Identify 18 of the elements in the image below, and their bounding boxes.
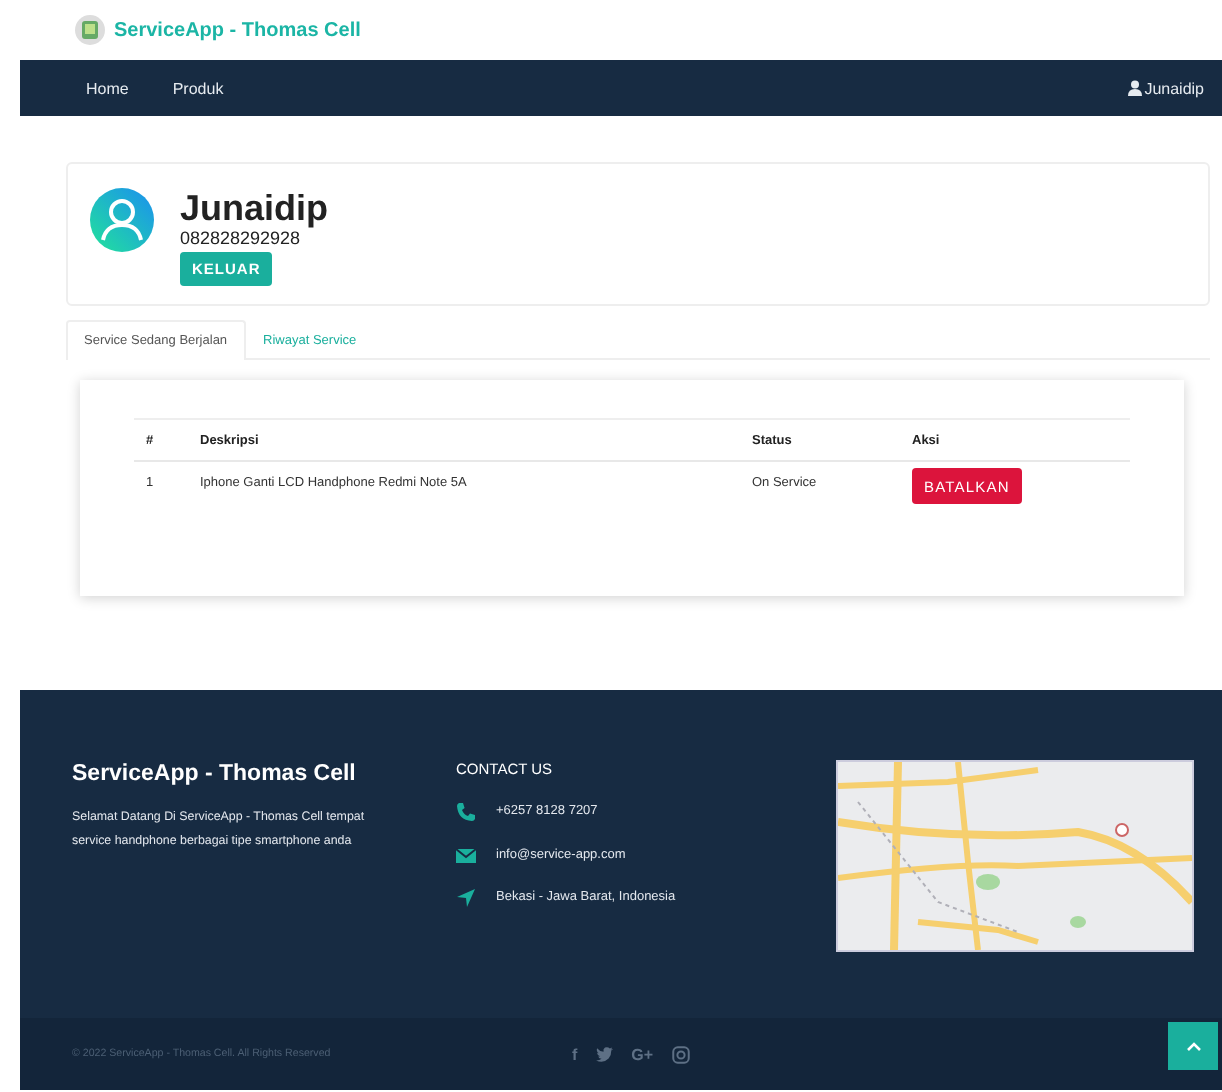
- social-link[interactable]: f: [572, 1045, 578, 1063]
- instagram-icon[interactable]: [671, 1045, 690, 1063]
- profile-name: Junaidip: [180, 188, 329, 228]
- chevron-up-icon: [1185, 1039, 1201, 1053]
- nav-link[interactable]: Produk: [172, 79, 224, 97]
- user-icon: [1128, 80, 1143, 96]
- social-link[interactable]: G+: [631, 1045, 654, 1063]
- logo-icon: [74, 14, 106, 46]
- nav-link[interactable]: Home: [86, 79, 129, 97]
- mail-icon: [456, 845, 476, 865]
- avatar-icon: [90, 188, 154, 252]
- location-arrow-icon: [456, 888, 476, 908]
- profile-phone: 082828292928: [180, 228, 301, 248]
- brand-title[interactable]: ServiceApp - Thomas Cell: [114, 19, 361, 41]
- user-menu-link[interactable]: Junaidip: [1128, 79, 1204, 97]
- footer-title: ServiceApp - Thomas Cell: [72, 760, 358, 788]
- twitter-bird-icon[interactable]: [595, 1045, 614, 1063]
- phone-icon: [456, 802, 476, 822]
